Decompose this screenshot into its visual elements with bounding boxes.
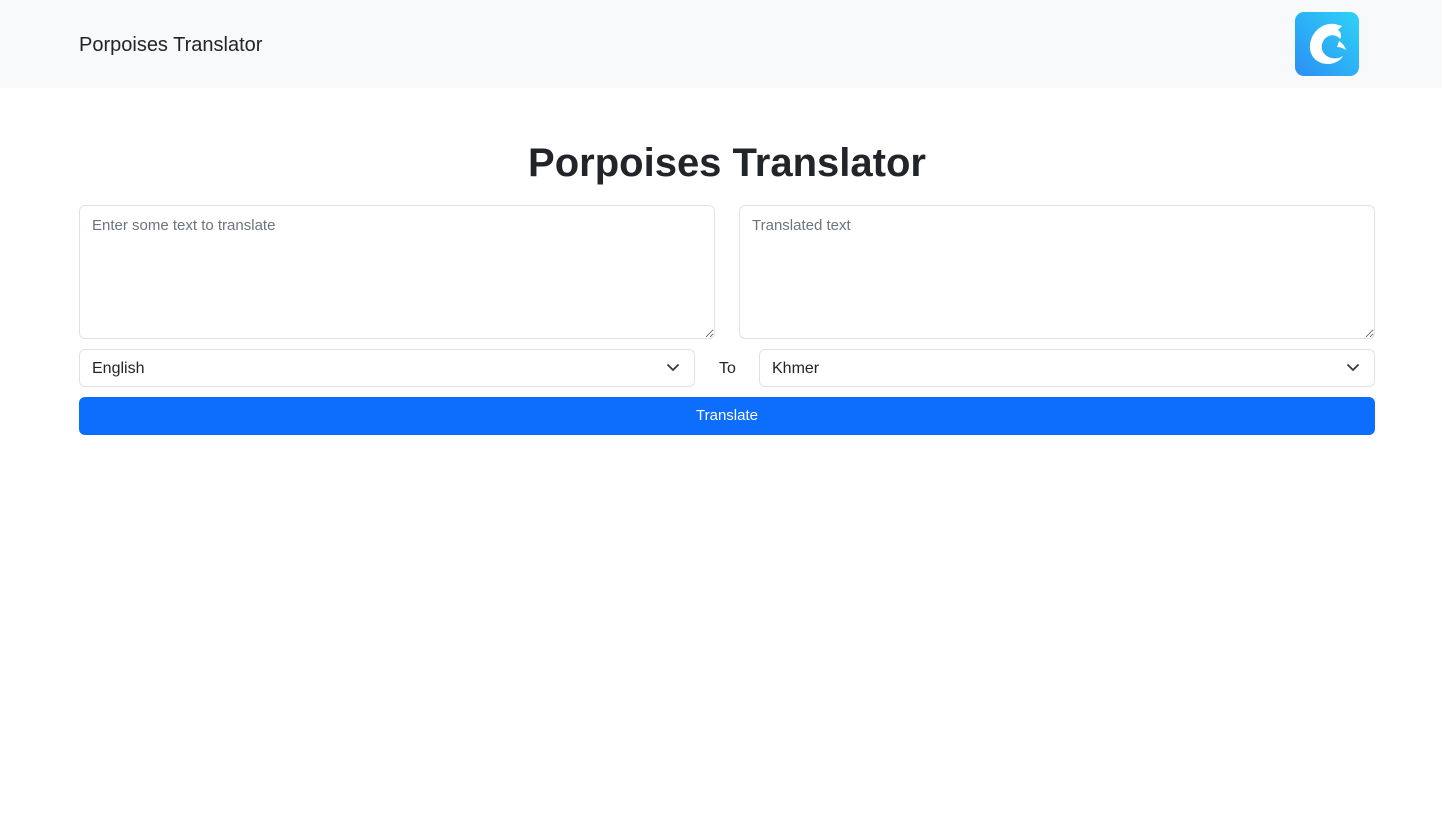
source-language-select[interactable]: English	[79, 349, 695, 387]
translated-text-output[interactable]	[739, 205, 1375, 339]
target-language-value: Khmer	[772, 360, 820, 377]
page-title: Porpoises Translator	[528, 141, 926, 185]
translate-button[interactable]: Translate	[79, 397, 1375, 435]
dolphin-logo-icon[interactable]	[1295, 12, 1359, 76]
navbar: Porpoises Translator	[0, 0, 1442, 88]
chevron-down-icon	[1347, 364, 1359, 371]
source-text-input[interactable]	[79, 205, 715, 339]
source-language-value: English	[92, 360, 145, 377]
to-label: To	[719, 360, 736, 377]
chevron-down-icon	[667, 364, 679, 371]
navbar-brand[interactable]: Porpoises Translator	[79, 33, 262, 57]
target-language-select[interactable]: Khmer	[759, 349, 1375, 387]
